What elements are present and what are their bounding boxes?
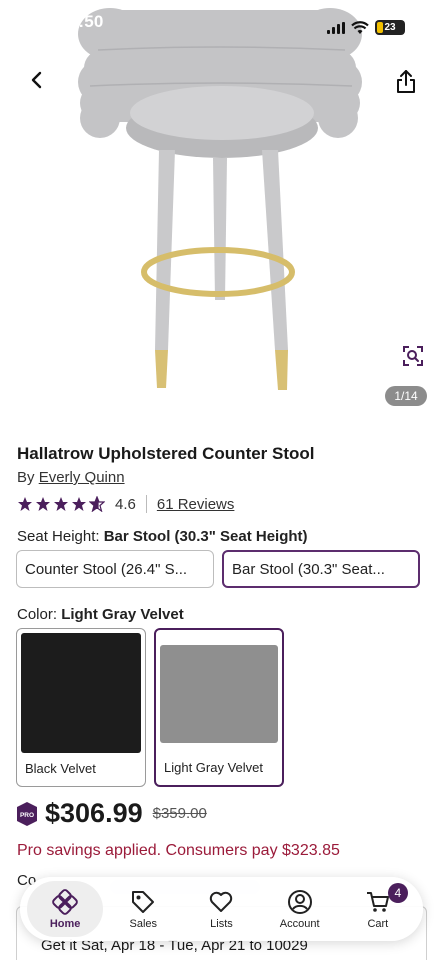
tab-label: Lists: [210, 917, 233, 930]
color-selected: Light Gray Velvet: [61, 606, 184, 623]
color-option-black-velvet[interactable]: Black Velvet: [16, 628, 146, 787]
cart-count-badge: 4: [387, 883, 408, 903]
reviews-link[interactable]: 61 Reviews: [157, 496, 235, 513]
tab-home[interactable]: Home: [27, 881, 104, 937]
original-price: $359.00: [152, 805, 207, 822]
image-counter: 1/14: [385, 386, 427, 406]
cart-icon: [366, 891, 389, 912]
visual-search-icon: [403, 346, 423, 366]
tag-icon: [132, 890, 155, 913]
bottom-tab-bar: Home Sales Lists Account Cart 4: [20, 877, 423, 941]
price-row: PRO $306.99 $359.00: [17, 798, 207, 829]
star-partial-icon: [89, 496, 105, 512]
tab-cart[interactable]: Cart 4: [340, 881, 416, 937]
pro-savings-note: Pro savings applied. Consumers pay $323.…: [17, 842, 340, 859]
color-option-light-gray-velvet[interactable]: Light Gray Velvet: [154, 628, 284, 787]
tab-label: Cart: [367, 917, 389, 930]
rating-row: 4.6 61 Reviews: [17, 494, 234, 514]
rating-value: 4.6: [115, 495, 136, 513]
tab-label: Sales: [129, 917, 158, 930]
product-image-gallery[interactable]: 11:50 ◂ Google 23 1/14: [0, 0, 443, 420]
color-options: Black Velvet Light Gray Velvet: [16, 628, 284, 787]
home-icon: [52, 888, 78, 915]
pro-badge-text: PRO: [20, 812, 34, 819]
brand-line: By Everly Quinn: [17, 469, 125, 486]
status-icons: 23: [327, 20, 405, 35]
rating-divider: [145, 495, 147, 513]
seat-height-label-prefix: Seat Height:: [17, 528, 104, 545]
heart-icon: [210, 891, 233, 912]
seat-height-label: Seat Height: Bar Stool (30.3" Seat Heigh…: [17, 528, 308, 545]
color-label: Color: Light Gray Velvet: [17, 606, 184, 623]
product-title: Hallatrow Upholstered Counter Stool: [17, 444, 315, 463]
brand-link[interactable]: Everly Quinn: [39, 469, 125, 486]
by-prefix: By: [17, 469, 39, 486]
color-swatch: [21, 633, 141, 753]
share-icon: [397, 70, 415, 93]
rating-stars: [17, 496, 105, 512]
tab-sales[interactable]: Sales: [105, 881, 181, 937]
current-price: $306.99: [45, 798, 143, 828]
color-option-name: Black Velvet: [25, 761, 96, 776]
seat-option-counter-stool[interactable]: Counter Stool (26.4" S...: [16, 550, 214, 588]
star-full-icon: [18, 497, 32, 511]
product-image: [78, 8, 362, 390]
back-to-app-link[interactable]: ◂ Google: [12, 36, 56, 49]
chevron-left-icon: [31, 71, 42, 89]
account-icon: [287, 889, 312, 914]
star-full-icon: [54, 497, 68, 511]
pro-badge-icon: PRO: [17, 801, 37, 826]
visual-search-button[interactable]: [401, 344, 425, 368]
status-time: 11:50: [60, 12, 104, 31]
share-button[interactable]: [393, 68, 419, 96]
back-button[interactable]: [22, 66, 50, 94]
status-bar: 11:50 ◂ Google 23: [0, 0, 443, 52]
battery-level: 23: [384, 22, 396, 33]
seat-height-options: Counter Stool (26.4" S... Bar Stool (30.…: [16, 550, 420, 588]
star-full-icon: [72, 497, 86, 511]
tab-lists[interactable]: Lists: [183, 881, 259, 937]
star-full-icon: [36, 497, 50, 511]
battery-icon: 23: [375, 20, 405, 35]
tab-label: Home: [49, 917, 81, 930]
color-swatch: [160, 645, 278, 743]
tab-label: Account: [279, 917, 320, 930]
tab-account[interactable]: Account: [262, 881, 338, 937]
wifi-icon: [351, 20, 369, 34]
seat-height-selected: Bar Stool (30.3" Seat Height): [103, 528, 308, 545]
seat-option-bar-stool[interactable]: Bar Stool (30.3" Seat...: [222, 550, 420, 588]
signal-icon: [327, 21, 345, 34]
color-option-name: Light Gray Velvet: [164, 760, 263, 775]
color-label-prefix: Color:: [17, 606, 62, 623]
